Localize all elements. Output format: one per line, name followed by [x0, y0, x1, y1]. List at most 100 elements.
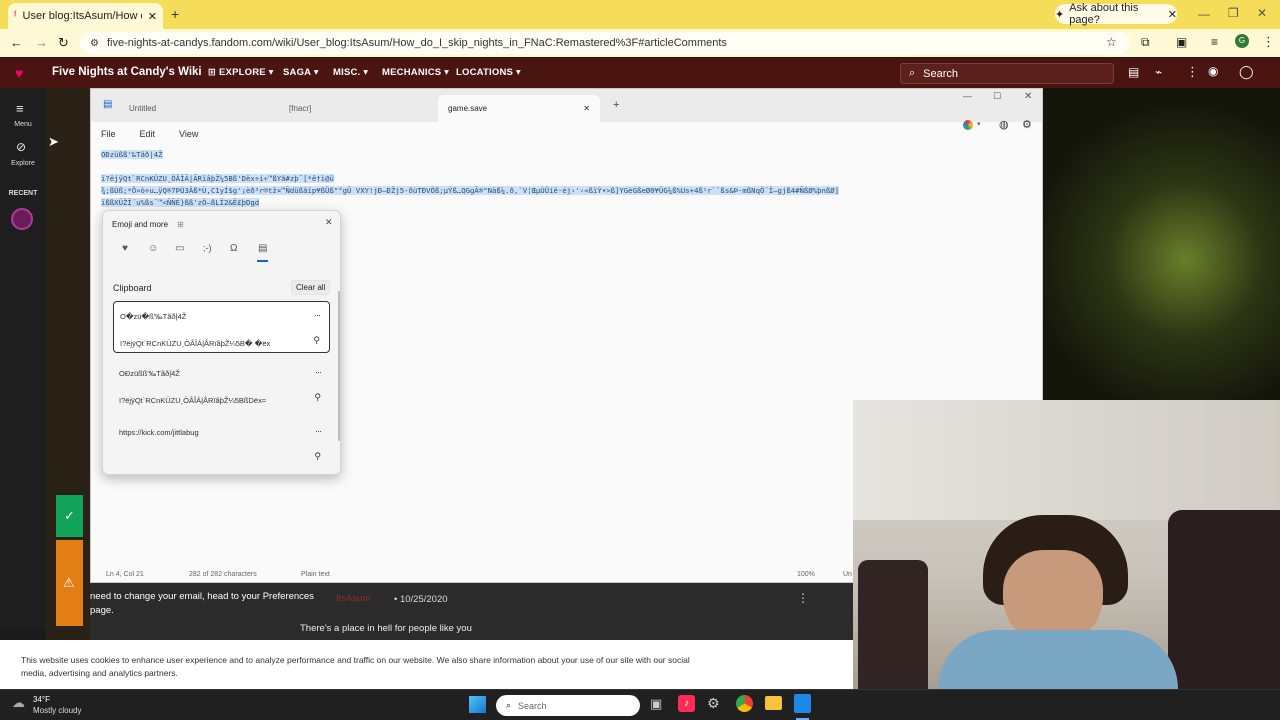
close-panel-icon[interactable]: ✕	[325, 217, 333, 228]
notepad-maximize-icon[interactable]: ☐	[993, 91, 1001, 102]
chevron-down-icon[interactable]: ▾	[977, 120, 981, 128]
menu-edit[interactable]: Edit	[140, 129, 156, 139]
pin-icon[interactable]: ⚲	[314, 392, 321, 403]
kaomoji-icon[interactable]: ;-)	[203, 243, 212, 253]
clipboard-section-title: Clipboard	[113, 283, 152, 293]
nav-locations[interactable]: LOCATIONS ▾	[456, 67, 521, 78]
clear-all-button[interactable]: Clear all	[291, 280, 331, 295]
maximize-window-icon[interactable]: ❐	[1228, 6, 1239, 20]
emoji-icon[interactable]: ☺	[148, 243, 158, 254]
user-account-icon[interactable]: ◯	[1239, 64, 1254, 80]
address-toolbar: ← → ↻ ⚙ five-nights-at-candys.fandom.com…	[0, 29, 1280, 57]
forward-arrow-icon[interactable]: →	[35, 35, 48, 50]
clipboard-item[interactable]: OÐzüßß'‰Tãð|4Ž ··· ï?ëjÿQt`RCnKÜZU¸ÖÂÎÁ|…	[113, 359, 330, 411]
notepad-text-area[interactable]: OÐzüßß'‰Tãð|4Ž ï?ëjÿQt`RCnKÜZU¸ÖÂÎÃ|ÃRïâ…	[101, 149, 1036, 209]
panel-scrollbar[interactable]	[338, 291, 340, 441]
nav-misc[interactable]: MISC. ▾	[333, 67, 368, 78]
notepad-app-icon: ▤	[103, 99, 113, 110]
fandom-navbar: ♥ Five Nights at Candy's Wiki ⊞ EXPLORE …	[0, 58, 1280, 88]
favorites-heart-icon[interactable]: ♥	[122, 243, 128, 254]
url-text: five-nights-at-candys.fandom.com/wiki/Us…	[106, 37, 727, 49]
media-controls-icon[interactable]: ≡	[1211, 35, 1218, 49]
clipboard-icon[interactable]: ▤	[258, 243, 267, 254]
bookmark-star-icon[interactable]: ☆	[1106, 35, 1117, 49]
text-line: ï?ëjÿQt`RCnKÜZU¸ÖÂÎÃ|ÃRïâþŽ¼5Bß'Dëx÷í÷™ß…	[101, 174, 334, 183]
tiktok-icon[interactable]: ♪	[678, 695, 695, 712]
more-options-icon[interactable]: ···	[314, 310, 321, 320]
rail-menu-label[interactable]: Menu	[0, 121, 46, 128]
cookie-banner: This website uses cookies to enhance use…	[0, 640, 853, 689]
activity-icon[interactable]: ⌁	[1155, 65, 1162, 79]
comment-author[interactable]: ItsAsum	[336, 593, 370, 604]
compass-icon[interactable]: ⊘	[16, 140, 26, 154]
nav-saga[interactable]: SAGA ▾	[283, 67, 319, 78]
symbols-icon[interactable]: Ω	[230, 243, 237, 254]
notepad-taskbar-icon[interactable]	[794, 694, 811, 713]
clipboard-item-line: https://kick.com/jittlabug	[119, 428, 199, 437]
more-options-icon[interactable]: ⋮	[1186, 64, 1199, 80]
minimize-window-icon[interactable]: —	[1198, 7, 1210, 21]
search-icon: ⌕	[909, 67, 916, 79]
reload-icon[interactable]: ↻	[58, 35, 69, 51]
warning-message[interactable]: need to change your email, head to your …	[90, 590, 330, 618]
notifications-icon[interactable]: ◉	[1208, 64, 1218, 78]
notepad-tab-fnacr[interactable]: [fnacr]	[279, 95, 321, 122]
extensions-icon[interactable]: ⧉	[1141, 35, 1150, 50]
notepad-tab-game-save[interactable]: game.save ✕	[438, 95, 600, 122]
close-window-icon[interactable]: ✕	[1257, 6, 1267, 20]
discussions-icon[interactable]: ▤	[1128, 65, 1139, 79]
copilot-icon[interactable]	[963, 120, 973, 130]
account-icon[interactable]: ◍	[999, 118, 1009, 131]
recent-wiki-avatar[interactable]	[11, 208, 33, 230]
notepad-minimize-icon[interactable]: —	[963, 91, 972, 101]
checkmark-icon: ✓	[64, 508, 75, 523]
site-info-icon[interactable]: ⚙	[90, 38, 99, 49]
task-view-icon[interactable]: ▣	[650, 696, 662, 712]
more-options-icon[interactable]: ···	[315, 426, 322, 436]
fandom-logo-icon[interactable]: ♥	[15, 65, 23, 81]
ask-about-page-button[interactable]: ✦ Ask about this page? ✕	[1055, 2, 1177, 26]
url-field[interactable]: ⚙ five-nights-at-candys.fandom.com/wiki/…	[80, 32, 1130, 54]
cookie-text: This website uses cookies to enhance use…	[21, 655, 690, 678]
profile-avatar[interactable]: G	[1235, 34, 1249, 48]
close-icon[interactable]: ✕	[1168, 8, 1177, 21]
menu-view[interactable]: View	[179, 129, 198, 139]
back-arrow-icon[interactable]: ←	[10, 35, 23, 50]
weather-cloud-icon[interactable]: ☁	[12, 695, 25, 711]
rail-explore-label[interactable]: Explore	[0, 160, 46, 167]
keyboard-layout-icon[interactable]: ⊞	[177, 220, 184, 229]
browser-menu-icon[interactable]: ⋮	[1262, 34, 1275, 50]
gif-icon[interactable]: ▭	[175, 243, 184, 254]
notepad-new-tab-button[interactable]: +	[613, 99, 619, 111]
new-tab-button[interactable]: +	[171, 6, 179, 22]
menu-file[interactable]: File	[101, 129, 116, 139]
hamburger-menu-icon[interactable]: ≡	[16, 101, 24, 116]
taskbar-search[interactable]: ⌕ Search	[496, 695, 640, 716]
clipboard-item[interactable]: https://kick.com/jittlabug ··· ⚲	[113, 418, 330, 470]
notepad-tab-untitled[interactable]: Untitled	[119, 95, 166, 122]
nav-mechanics[interactable]: MECHANICS ▾	[382, 67, 449, 78]
sidebar-icon[interactable]: ▣	[1176, 35, 1187, 49]
settings-app-icon[interactable]: ⚙	[707, 695, 720, 712]
clipboard-item[interactable]: O�zü�ß'‰Tãð|4Ž ··· ï?ëjÿQt`RCnKÜZU¸ÖÂÎÁ|…	[113, 301, 330, 353]
cursor-position: Ln 4, Col 21	[106, 571, 144, 578]
nav-explore[interactable]: ⊞ EXPLORE ▾	[208, 67, 274, 78]
ask-about-page-label: Ask about this page?	[1069, 2, 1139, 26]
chrome-icon[interactable]	[736, 695, 753, 712]
wiki-search-input[interactable]: ⌕ Search	[900, 63, 1114, 84]
settings-gear-icon[interactable]: ⚙	[1022, 118, 1032, 131]
weather-temp[interactable]: 34°F	[33, 695, 50, 704]
comment-options-icon[interactable]: ⋮	[797, 591, 809, 605]
weather-desc[interactable]: Mostly cloudy	[33, 706, 81, 715]
more-options-icon[interactable]: ···	[315, 367, 322, 377]
wiki-title[interactable]: Five Nights at Candy's Wiki	[52, 66, 202, 78]
file-explorer-icon[interactable]	[765, 696, 782, 710]
notepad-close-icon[interactable]: ✕	[1024, 91, 1032, 102]
close-tab-icon[interactable]: ✕	[583, 104, 590, 113]
close-tab-icon[interactable]: ✕	[148, 10, 157, 23]
windows-start-icon[interactable]	[469, 696, 486, 713]
pin-icon[interactable]: ⚲	[313, 335, 320, 346]
pin-icon[interactable]: ⚲	[314, 451, 321, 462]
text-format: Plain text	[301, 571, 330, 578]
browser-tab-active[interactable]: ᶠ User blog:ItsAsum/How do I sk ✕	[8, 3, 163, 29]
